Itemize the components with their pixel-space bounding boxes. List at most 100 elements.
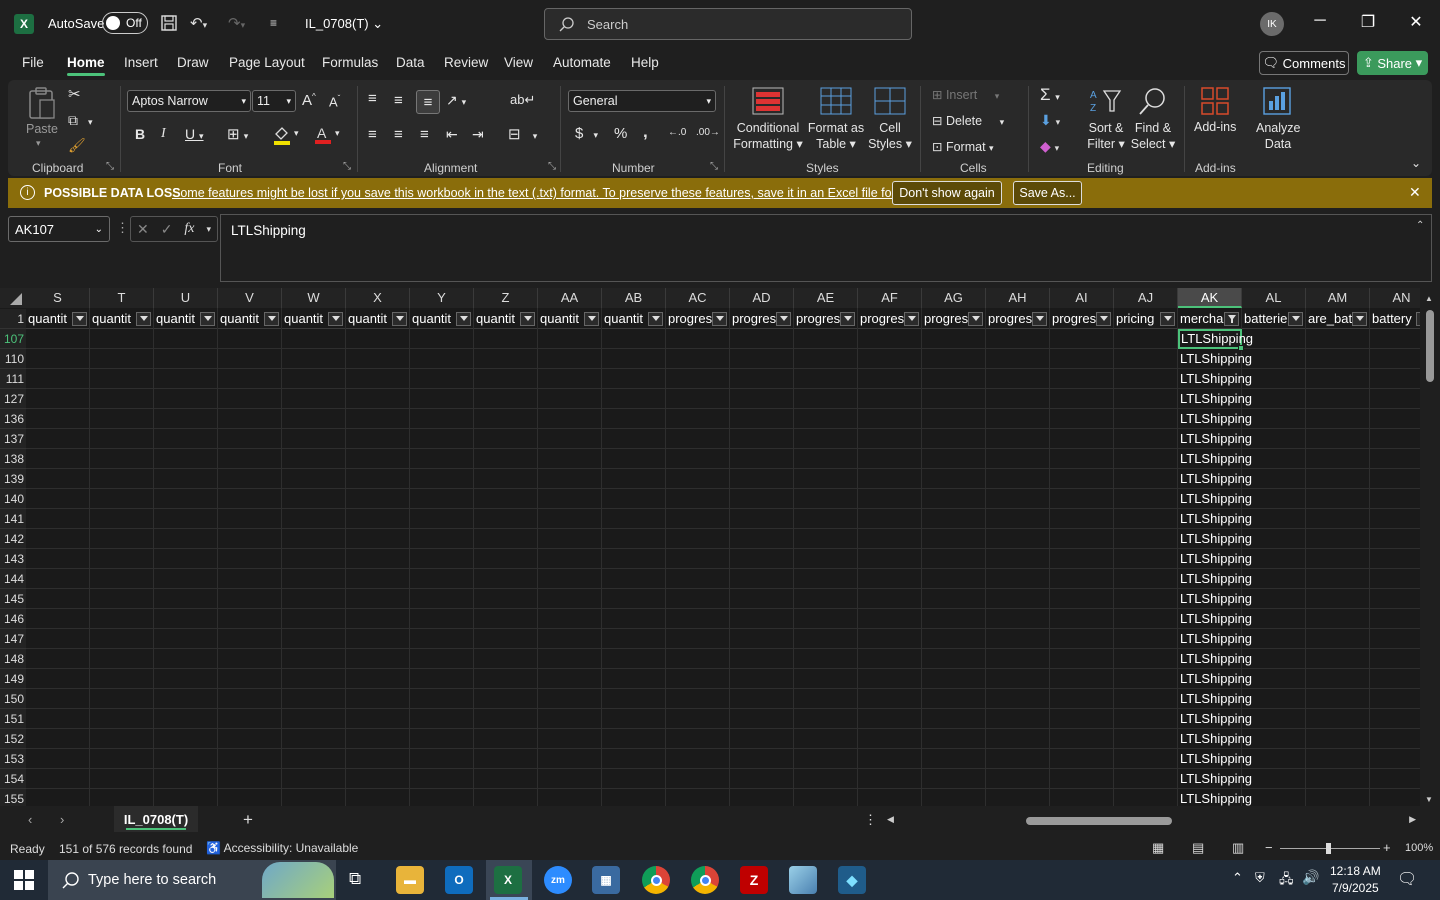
clipboard-launcher-icon[interactable]: ⤡	[106, 161, 114, 172]
menu-review[interactable]: Review	[444, 55, 488, 70]
dont-show-again-button[interactable]: Don't show again	[892, 181, 1002, 205]
table-cell[interactable]: LTLShipping	[1178, 549, 1252, 569]
header-cell[interactable]: progres	[858, 309, 922, 329]
table-cell[interactable]: LTLShipping	[1178, 569, 1252, 589]
filter-dropdown-icon[interactable]	[968, 312, 983, 326]
column-header[interactable]: X	[346, 288, 410, 308]
close-icon[interactable]: ✕	[1401, 12, 1431, 32]
row-header[interactable]: 149	[0, 669, 26, 689]
cancel-icon[interactable]: ✕	[137, 221, 149, 238]
active-cell[interactable]: LTLShipping	[1178, 329, 1253, 351]
decrease-font-size-icon[interactable]: Aˇ	[329, 94, 340, 109]
filter-dropdown-icon[interactable]	[904, 312, 919, 326]
menu-draw[interactable]: Draw	[177, 55, 209, 70]
collapse-formula-bar-icon[interactable]: ⌃	[1416, 220, 1424, 231]
ribbon-collapse-icon[interactable]: ⌄	[1411, 156, 1421, 170]
analyze-data-button[interactable]: Analyze Data	[1256, 120, 1300, 152]
column-header[interactable]: AH	[986, 288, 1050, 308]
copy-icon[interactable]: ⧉ ▾	[68, 112, 93, 129]
header-cell[interactable]: quantit	[602, 309, 666, 329]
enter-icon[interactable]: ✓	[161, 221, 173, 238]
horizontal-scroll-thumb[interactable]	[1026, 817, 1172, 825]
customize-qat-icon[interactable]: ≡	[270, 16, 277, 30]
search-box[interactable]: Search	[544, 8, 912, 40]
column-header[interactable]: V	[218, 288, 282, 308]
column-header[interactable]: AN	[1370, 288, 1420, 308]
column-header[interactable]: AJ	[1114, 288, 1178, 308]
filter-dropdown-icon[interactable]	[1160, 312, 1175, 326]
row-header[interactable]: 147	[0, 629, 26, 649]
prev-sheet-icon[interactable]: ‹	[28, 812, 32, 827]
row-header[interactable]: 152	[0, 729, 26, 749]
table-cell[interactable]: LTLShipping	[1178, 769, 1252, 789]
font-name-select[interactable]: Aptos Narrow ▾	[127, 90, 251, 112]
horizontal-scrollbar[interactable]: ◀ ▶	[884, 812, 1420, 830]
outlook-icon[interactable]: O	[445, 866, 473, 894]
insert-cells-button[interactable]: ⊞ Insert ▾	[932, 87, 999, 102]
comments-button[interactable]: 🗨 Comments	[1259, 51, 1349, 75]
app-diamond-icon[interactable]: ◆	[838, 866, 866, 894]
filter-dropdown-icon[interactable]	[456, 312, 471, 326]
align-center-icon[interactable]: ≡	[394, 126, 403, 143]
taskbar-clock[interactable]: 12:18 AM 7/9/2025	[1330, 863, 1381, 897]
calculator-icon[interactable]: ▦	[592, 866, 620, 894]
row-header[interactable]: 143	[0, 549, 26, 569]
header-cell[interactable]: progres	[794, 309, 858, 329]
format-painter-icon[interactable]: 🖌	[68, 137, 86, 154]
header-cell[interactable]: pricing	[1114, 309, 1178, 329]
row-header[interactable]: 127	[0, 389, 26, 409]
header-cell[interactable]: battery	[1370, 309, 1420, 329]
document-title[interactable]: IL_0708(T) ⌄	[305, 16, 383, 32]
maximize-icon[interactable]: ❐	[1353, 12, 1383, 32]
avatar[interactable]: IK	[1260, 12, 1284, 36]
row-header[interactable]: 111	[0, 369, 26, 389]
fill-color-dropdown-icon[interactable]: ▾	[294, 128, 299, 139]
menu-insert[interactable]: Insert	[124, 55, 158, 70]
filter-dropdown-icon[interactable]	[392, 312, 407, 326]
sort-filter-button[interactable]: Sort & Filter ▾	[1084, 120, 1128, 152]
sheet-tab[interactable]: IL_0708(T)	[114, 806, 198, 832]
filter-dropdown-icon[interactable]	[1032, 312, 1047, 326]
increase-indent-icon[interactable]: ⇥	[472, 126, 484, 143]
row-header[interactable]: 146	[0, 609, 26, 629]
undo-icon[interactable]: ↶▾	[190, 14, 207, 32]
column-header[interactable]: Z	[474, 288, 538, 308]
row-header[interactable]: 148	[0, 649, 26, 669]
normal-view-icon[interactable]: ▦	[1152, 840, 1164, 856]
select-all-corner[interactable]	[0, 288, 26, 308]
header-cell[interactable]: quantit	[218, 309, 282, 329]
menu-automate[interactable]: Automate	[553, 55, 611, 70]
filter-dropdown-icon[interactable]	[200, 312, 215, 326]
column-header[interactable]: AD	[730, 288, 794, 308]
paste-dropdown-icon[interactable]: ▾	[36, 138, 41, 149]
notifications-icon[interactable]: 🗨	[1397, 869, 1417, 889]
table-cell[interactable]: LTLShipping	[1178, 609, 1252, 629]
font-color-icon[interactable]: A	[313, 124, 333, 147]
addins-button[interactable]: Add-ins	[1194, 120, 1236, 134]
filter-dropdown-icon[interactable]	[648, 312, 663, 326]
table-cell[interactable]: LTLShipping	[1178, 709, 1252, 729]
save-as-button[interactable]: Save As...	[1013, 181, 1082, 205]
cut-icon[interactable]: ✂	[68, 85, 81, 103]
autosum-icon[interactable]: Σ ▾	[1040, 85, 1060, 105]
chrome-profile-icon[interactable]	[691, 866, 719, 894]
table-cell[interactable]: LTLShipping	[1178, 509, 1252, 529]
table-cell[interactable]: LTLShipping	[1178, 749, 1252, 769]
header-cell[interactable]: quantit	[538, 309, 602, 329]
header-cell[interactable]: progres	[730, 309, 794, 329]
format-cells-button[interactable]: ⊡ Format ▾	[932, 139, 994, 154]
formula-input[interactable]: LTLShipping	[220, 214, 1432, 282]
menu-help[interactable]: Help	[631, 55, 659, 70]
alignment-launcher-icon[interactable]: ⤡	[548, 161, 556, 172]
table-cell[interactable]: LTLShipping	[1178, 669, 1252, 689]
font-color-dropdown-icon[interactable]: ▾	[335, 128, 340, 139]
table-cell[interactable]: LTLShipping	[1178, 389, 1252, 409]
align-bottom-icon[interactable]: ≡	[416, 90, 440, 114]
column-header[interactable]: S	[26, 288, 90, 308]
taskbar-search[interactable]: Type here to search	[48, 860, 336, 900]
header-cell[interactable]: progres	[1050, 309, 1114, 329]
bold-icon[interactable]: B	[135, 126, 145, 142]
table-cell[interactable]: LTLShipping	[1178, 529, 1252, 549]
align-right-icon[interactable]: ≡	[420, 126, 429, 143]
filter-dropdown-icon[interactable]	[1096, 312, 1111, 326]
